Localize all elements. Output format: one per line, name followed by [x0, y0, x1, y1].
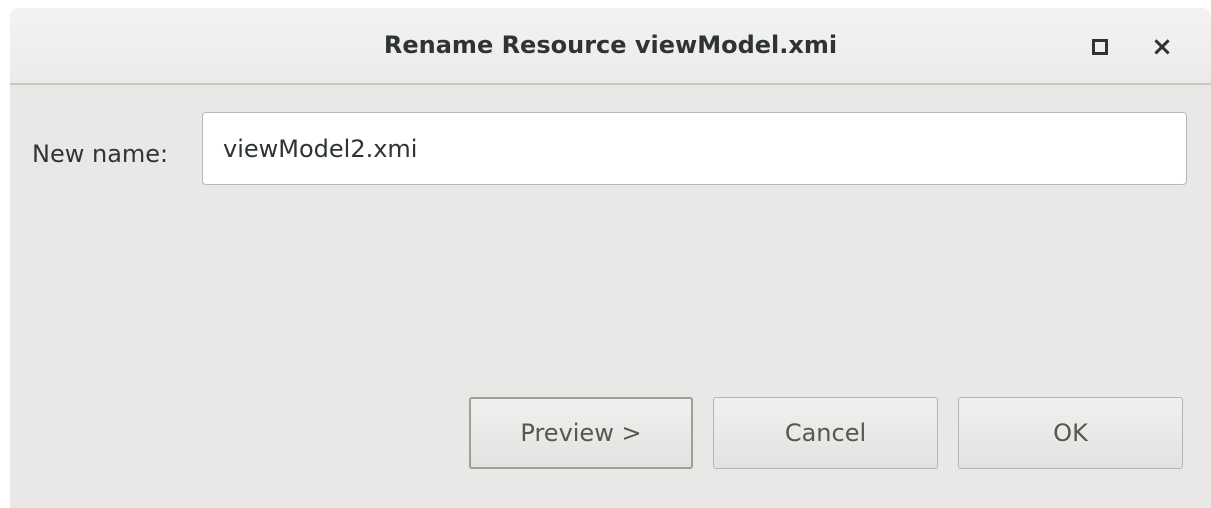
close-button[interactable]: × — [1147, 32, 1177, 62]
ok-button[interactable]: OK — [958, 397, 1183, 469]
new-name-input[interactable] — [202, 112, 1187, 185]
rename-resource-dialog: Rename Resource viewModel.xmi × New name… — [10, 8, 1211, 508]
maximize-icon — [1092, 39, 1108, 55]
preview-button[interactable]: Preview > — [469, 397, 693, 469]
maximize-button[interactable] — [1085, 32, 1115, 62]
dialog-title: Rename Resource viewModel.xmi — [383, 31, 838, 59]
title-bar: Rename Resource viewModel.xmi × — [10, 8, 1211, 85]
cancel-button[interactable]: Cancel — [713, 397, 938, 469]
new-name-label: New name: — [32, 140, 169, 168]
close-icon: × — [1151, 32, 1173, 62]
